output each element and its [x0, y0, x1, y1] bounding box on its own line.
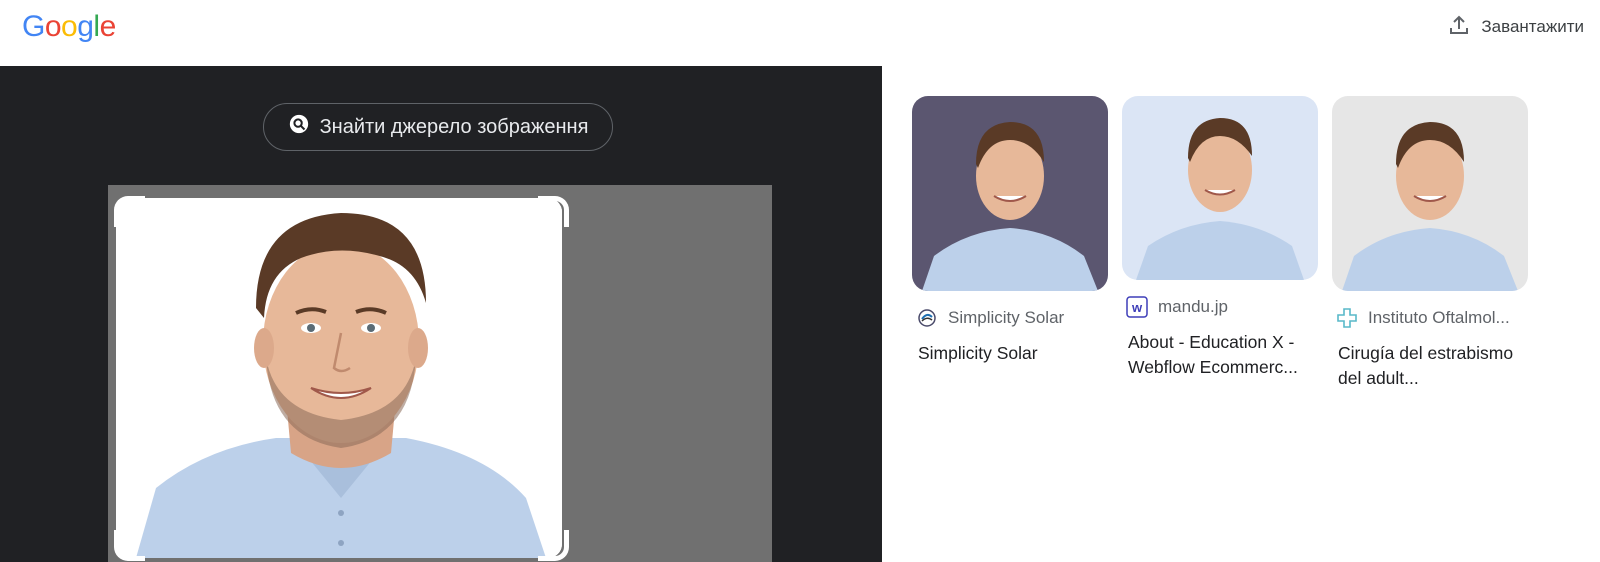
logo-letter: e — [99, 10, 117, 43]
result-source-name: Simplicity Solar — [948, 308, 1065, 327]
svg-text:w: w — [1131, 300, 1143, 315]
lens-search-icon — [288, 113, 310, 141]
crop-handle-bottom-right[interactable] — [538, 530, 569, 561]
result-card[interactable]: w mandu.jp About - Education X - Webflow… — [1122, 96, 1318, 380]
portrait-photo — [116, 198, 562, 558]
result-thumbnail[interactable] — [1332, 96, 1528, 291]
logo-letter: o — [61, 10, 78, 43]
upload-label: Завантажити — [1481, 17, 1584, 36]
result-source: w mandu.jp — [1122, 296, 1318, 318]
instituto-favicon — [1336, 307, 1358, 329]
image-canvas — [108, 185, 772, 562]
result-source: Instituto Oftalmol... — [1332, 307, 1528, 329]
top-bar: Google Завантажити — [0, 0, 1600, 66]
crop-handle-top-left[interactable] — [114, 196, 145, 227]
result-thumbnail[interactable] — [1122, 96, 1318, 280]
logo-letter: o — [44, 10, 62, 43]
result-card[interactable]: Instituto Oftalmol... Cirugía del estrab… — [1332, 96, 1528, 391]
visual-matches: Simplicity Solar Simplicity Solar w mand… — [882, 66, 1600, 562]
crop-handle-top-right[interactable] — [538, 196, 569, 227]
result-card[interactable]: Simplicity Solar Simplicity Solar — [912, 96, 1108, 366]
result-source-name: Instituto Oftalmol... — [1368, 308, 1510, 327]
logo-letter: g — [77, 10, 94, 43]
webflow-favicon: w — [1126, 296, 1148, 318]
upload-button[interactable]: Завантажити — [1447, 12, 1584, 42]
image-preview-pane: Знайти джерело зображення — [0, 66, 882, 562]
result-title[interactable]: Cirugía del estrabismo del adult... — [1332, 341, 1528, 391]
upload-icon — [1447, 13, 1471, 42]
crop-handle-bottom-left[interactable] — [114, 530, 145, 561]
simplicity-solar-favicon — [916, 307, 938, 329]
crop-area[interactable] — [116, 198, 562, 558]
google-logo[interactable]: Google — [22, 10, 116, 44]
result-title[interactable]: About - Education X - Webflow Ecommerc..… — [1122, 330, 1318, 380]
result-source: Simplicity Solar — [912, 307, 1108, 329]
result-source-name: mandu.jp — [1158, 297, 1228, 316]
find-source-label: Знайти джерело зображення — [319, 115, 589, 138]
result-thumbnail[interactable] — [912, 96, 1108, 291]
logo-letter: G — [22, 10, 45, 43]
find-image-source-button[interactable]: Знайти джерело зображення — [263, 103, 613, 151]
result-title[interactable]: Simplicity Solar — [912, 341, 1108, 366]
